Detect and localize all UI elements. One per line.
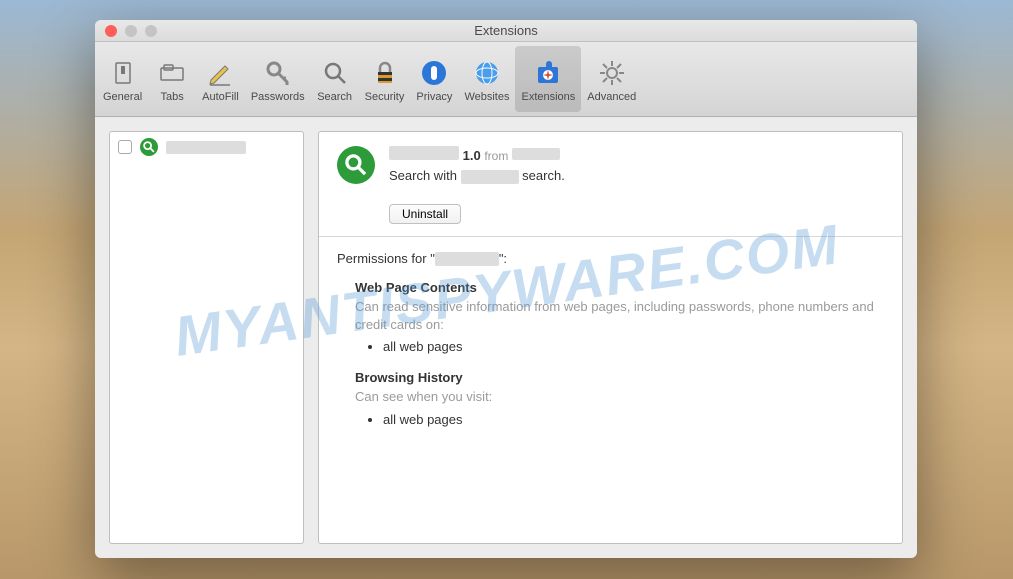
tab-label: Privacy — [416, 91, 452, 103]
key-icon — [262, 57, 294, 89]
tab-label: Search — [317, 91, 352, 103]
maximize-button[interactable] — [145, 25, 157, 37]
content-area: 1.0 from Search with search. Uninstall P… — [95, 117, 917, 558]
tab-label: AutoFill — [202, 91, 239, 103]
extension-title-row: 1.0 from — [389, 146, 884, 163]
detail-pane: 1.0 from Search with search. Uninstall P… — [318, 131, 903, 544]
permission-description: Can read sensitive information from web … — [355, 298, 884, 333]
globe-icon — [471, 57, 503, 89]
uninstall-button[interactable]: Uninstall — [389, 204, 461, 224]
tab-autofill[interactable]: AutoFill — [196, 46, 245, 112]
perm-prefix: Permissions for " — [337, 251, 435, 266]
tab-advanced[interactable]: Advanced — [581, 46, 642, 112]
tab-privacy[interactable]: Privacy — [410, 46, 458, 112]
extension-icon — [140, 138, 158, 156]
perm-name-redacted — [435, 252, 499, 266]
general-icon — [107, 57, 139, 89]
search-icon — [319, 57, 351, 89]
autofill-icon — [204, 57, 236, 89]
permission-item: all web pages — [383, 339, 884, 354]
privacy-icon — [418, 57, 450, 89]
detail-info: 1.0 from Search with search. Uninstall — [389, 146, 884, 224]
titlebar: Extensions — [95, 20, 917, 42]
from-label: from — [484, 149, 508, 163]
enable-checkbox[interactable] — [118, 140, 132, 154]
tabs-icon — [156, 57, 188, 89]
extensions-icon — [532, 57, 564, 89]
desc-redacted — [461, 170, 519, 184]
toolbar: General Tabs AutoFill Passwords Search — [95, 42, 917, 117]
extension-name-redacted — [389, 146, 459, 160]
desc-suffix: search. — [522, 168, 565, 183]
tab-tabs[interactable]: Tabs — [148, 46, 196, 112]
permission-group: Web Page Contents Can read sensitive inf… — [355, 280, 884, 354]
gear-icon — [596, 57, 628, 89]
tab-general[interactable]: General — [97, 46, 148, 112]
extensions-sidebar — [109, 131, 304, 544]
permission-heading: Web Page Contents — [355, 280, 884, 295]
extension-description: Search with search. — [389, 168, 884, 184]
tab-extensions[interactable]: Extensions — [515, 46, 581, 112]
tab-label: Security — [365, 91, 405, 103]
permission-list: all web pages — [383, 412, 884, 427]
desc-prefix: Search with — [389, 168, 457, 183]
tab-label: Passwords — [251, 91, 305, 103]
tab-websites[interactable]: Websites — [458, 46, 515, 112]
tab-passwords[interactable]: Passwords — [245, 46, 311, 112]
close-button[interactable] — [105, 25, 117, 37]
tab-label: Tabs — [161, 91, 184, 103]
lock-icon — [369, 57, 401, 89]
preferences-window: Extensions General Tabs AutoFill Passwor… — [95, 20, 917, 558]
permission-group: Browsing History Can see when you visit:… — [355, 370, 884, 427]
list-item[interactable] — [112, 134, 301, 160]
tab-security[interactable]: Security — [359, 46, 411, 112]
permissions-title: Permissions for " ": — [337, 251, 884, 267]
perm-suffix: ": — [499, 251, 507, 266]
extension-name-redacted — [166, 141, 246, 154]
permission-heading: Browsing History — [355, 370, 884, 385]
permission-description: Can see when you visit: — [355, 388, 884, 406]
minimize-button[interactable] — [125, 25, 137, 37]
tab-search[interactable]: Search — [311, 46, 359, 112]
detail-header: 1.0 from Search with search. Uninstall — [319, 132, 902, 237]
tab-label: Advanced — [587, 91, 636, 103]
permission-item: all web pages — [383, 412, 884, 427]
tab-label: General — [103, 91, 142, 103]
traffic-lights — [95, 25, 157, 37]
permissions-section: Permissions for " ": Web Page Contents Ca… — [319, 237, 902, 457]
window-title: Extensions — [474, 23, 538, 38]
tab-label: Websites — [464, 91, 509, 103]
developer-redacted — [512, 148, 560, 160]
permission-list: all web pages — [383, 339, 884, 354]
extension-version: 1.0 — [463, 148, 481, 163]
tab-label: Extensions — [521, 91, 575, 103]
extension-icon-large — [337, 146, 375, 184]
